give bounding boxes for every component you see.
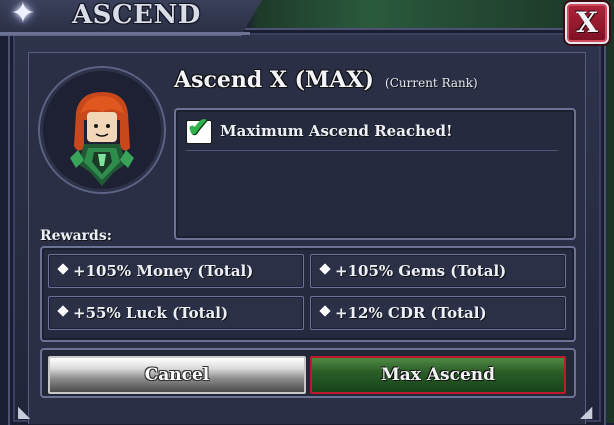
status-checkbox: ✔	[186, 115, 212, 144]
diamond-bullet-icon	[319, 263, 331, 275]
corner-ornament-icon: ◢	[580, 402, 593, 421]
checkmark-icon: ✔	[187, 113, 209, 143]
title-tab-edge	[0, 32, 250, 35]
avatar-character-icon	[70, 92, 134, 186]
avatar	[38, 66, 166, 194]
reward-text: +12% CDR (Total)	[335, 304, 487, 322]
max-ascend-button[interactable]: Max Ascend	[310, 356, 566, 394]
status-message: Maximum Ascend Reached!	[220, 122, 453, 140]
diamond-bullet-icon	[57, 305, 69, 317]
diamond-bullet-icon	[319, 305, 331, 317]
rank-name: Ascend X (MAX)	[174, 67, 374, 93]
reward-text: +105% Money (Total)	[73, 262, 254, 280]
close-button[interactable]: X	[565, 2, 609, 44]
reward-item: +55% Luck (Total)	[48, 296, 304, 330]
reward-item: +105% Gems (Total)	[310, 254, 566, 288]
reward-item: +105% Money (Total)	[48, 254, 304, 288]
corner-ornament-icon: ◣	[18, 402, 31, 421]
rewards-label: Rewards:	[40, 228, 112, 244]
cancel-button[interactable]: Cancel	[48, 356, 306, 394]
sparkle-star-icon: ✦	[10, 0, 36, 31]
reward-text: +105% Gems (Total)	[335, 262, 507, 280]
rank-heading: Ascend X (MAX) (Current Rank)	[174, 64, 478, 96]
diamond-bullet-icon	[57, 263, 69, 275]
reward-item: +12% CDR (Total)	[310, 296, 566, 330]
window-title: ASCEND	[72, 0, 201, 30]
status-divider	[186, 150, 558, 151]
reward-text: +55% Luck (Total)	[73, 304, 229, 322]
rank-subtitle: (Current Rank)	[385, 76, 478, 90]
